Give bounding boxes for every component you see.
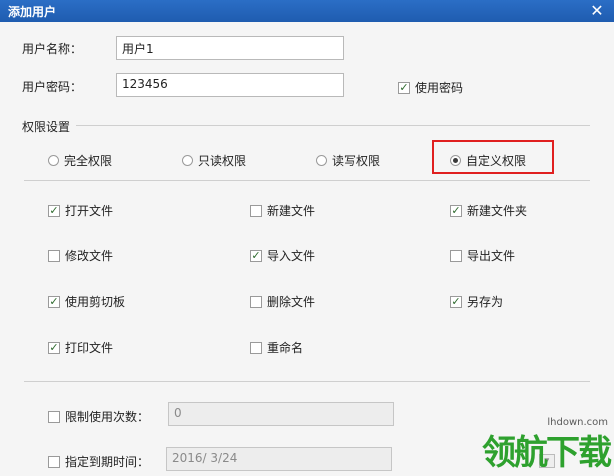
checkbox-box: ✓ bbox=[450, 294, 462, 308]
use-password-label: 使用密码 bbox=[415, 81, 464, 95]
perm-label: 修改文件 bbox=[65, 249, 114, 263]
section-divider bbox=[24, 180, 590, 181]
section-divider bbox=[24, 381, 590, 382]
expiry-label: 指定到期时间： bbox=[65, 455, 150, 469]
highlight-box bbox=[432, 140, 554, 174]
perm-label: 打开文件 bbox=[65, 204, 114, 218]
password-input[interactable]: 123456 bbox=[116, 73, 344, 97]
checkbox-box: ✓ bbox=[450, 203, 462, 217]
watermark-url: lhdown.com bbox=[547, 417, 608, 428]
radio-circle bbox=[48, 155, 59, 166]
user-name-label: 用户名称： bbox=[22, 42, 83, 56]
perm-save-as[interactable]: ✓ 另存为 bbox=[450, 293, 503, 310]
perm-label: 打印文件 bbox=[65, 341, 114, 355]
checkbox-box bbox=[48, 455, 60, 468]
radio-read-write[interactable]: 读写权限 bbox=[316, 152, 380, 169]
radio-circle bbox=[182, 155, 193, 166]
perm-label: 重命名 bbox=[267, 341, 304, 355]
perm-open-file[interactable]: ✓ 打开文件 bbox=[48, 202, 113, 219]
expiry-date-value: 2016/ 3/24 bbox=[172, 451, 238, 465]
checkbox-box bbox=[450, 249, 462, 262]
checkbox-box bbox=[250, 295, 262, 308]
group-divider bbox=[76, 125, 590, 126]
dialog-body: 用户名称： 用户1 用户密码： 123456 ✓ 使用密码 权限设置 完全权限 … bbox=[0, 22, 614, 476]
perm-delete-file[interactable]: 删除文件 bbox=[250, 293, 315, 310]
checkbox-box bbox=[48, 249, 60, 262]
radio-circle bbox=[316, 155, 327, 166]
checkbox-box: ✓ bbox=[250, 248, 262, 262]
checkbox-box bbox=[250, 204, 262, 217]
radio-label: 完全权限 bbox=[64, 154, 113, 168]
radio-label: 只读权限 bbox=[198, 154, 247, 168]
checkbox-box: ✓ bbox=[48, 294, 60, 308]
perm-label: 使用剪切板 bbox=[65, 295, 126, 309]
watermark-logo: 领航下载 bbox=[482, 433, 612, 473]
radio-read-only[interactable]: 只读权限 bbox=[182, 152, 246, 169]
password-label: 用户密码： bbox=[22, 80, 83, 94]
expiry-date-input[interactable]: 2016/ 3/24 ▾ bbox=[166, 447, 555, 471]
perm-label: 新建文件 bbox=[267, 204, 316, 218]
perm-modify-file[interactable]: 修改文件 bbox=[48, 247, 113, 264]
radio-label: 读写权限 bbox=[332, 154, 381, 168]
watermark: lhdown.com 领航下载 bbox=[482, 417, 612, 474]
limit-uses-input[interactable]: 0 bbox=[168, 402, 394, 426]
perm-new-file[interactable]: 新建文件 bbox=[250, 202, 315, 219]
expiry-checkbox[interactable]: 指定到期时间： bbox=[48, 453, 149, 470]
perm-label: 导出文件 bbox=[467, 249, 516, 263]
perm-clipboard[interactable]: ✓ 使用剪切板 bbox=[48, 293, 125, 310]
permissions-group-label: 权限设置 bbox=[22, 120, 71, 134]
close-button[interactable]: ✕ bbox=[586, 0, 608, 21]
checkbox-box: ✓ bbox=[48, 340, 60, 354]
use-password-checkbox[interactable]: ✓ 使用密码 bbox=[398, 79, 463, 96]
perm-new-folder[interactable]: ✓ 新建文件夹 bbox=[450, 202, 527, 219]
window-title: 添加用户 bbox=[8, 5, 57, 19]
perm-label: 删除文件 bbox=[267, 295, 316, 309]
checkbox-box bbox=[48, 410, 60, 423]
limit-uses-checkbox[interactable]: 限制使用次数： bbox=[48, 408, 149, 425]
perm-print-file[interactable]: ✓ 打印文件 bbox=[48, 339, 113, 356]
checkbox-box: ✓ bbox=[398, 80, 410, 94]
perm-export-file[interactable]: 导出文件 bbox=[450, 247, 515, 264]
perm-label: 新建文件夹 bbox=[467, 204, 528, 218]
limit-uses-label: 限制使用次数： bbox=[65, 410, 150, 424]
checkbox-box: ✓ bbox=[48, 203, 60, 217]
perm-label: 另存为 bbox=[467, 295, 504, 309]
perm-label: 导入文件 bbox=[267, 249, 316, 263]
user-name-input[interactable]: 用户1 bbox=[116, 36, 344, 60]
checkbox-box bbox=[250, 341, 262, 354]
radio-full-permission[interactable]: 完全权限 bbox=[48, 152, 112, 169]
perm-import-file[interactable]: ✓ 导入文件 bbox=[250, 247, 315, 264]
title-bar: 添加用户 ✕ bbox=[0, 0, 614, 22]
perm-rename[interactable]: 重命名 bbox=[250, 339, 303, 356]
